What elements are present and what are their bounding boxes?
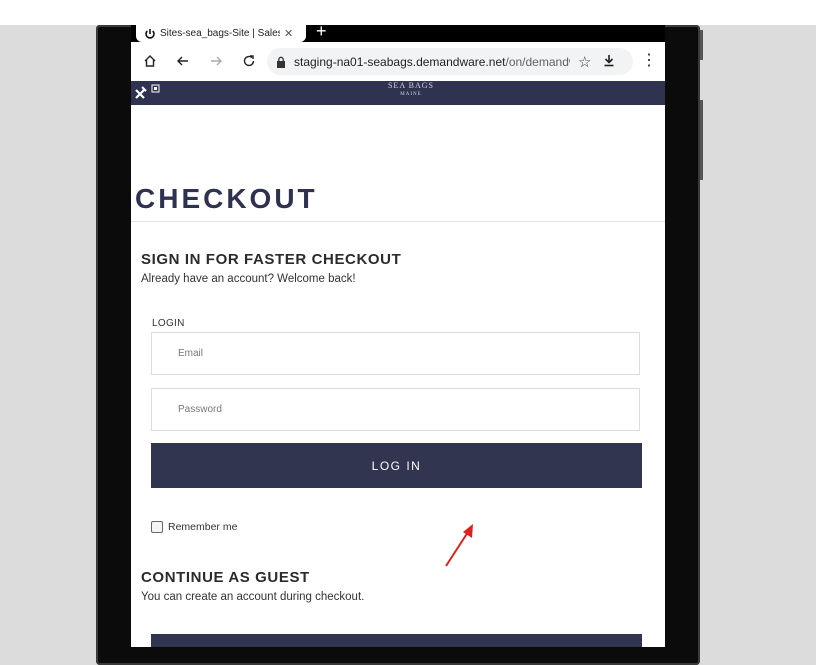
forward-arrow-icon[interactable] — [207, 52, 225, 70]
login-label: LOGIN — [152, 318, 185, 329]
desktop-top-bar — [0, 0, 816, 25]
new-tab-button[interactable]: + — [316, 25, 327, 40]
guest-heading: CONTINUE AS GUEST — [141, 569, 310, 586]
browser-tab[interactable]: Sites-sea_bags-Site | Salesf ✕ — [136, 25, 306, 42]
page-title: CHECKOUT — [135, 183, 318, 214]
address-bar[interactable]: staging-na01-seabags.demandware.net/on/d… — [267, 48, 633, 75]
guest-subtext: You can create an account during checkou… — [141, 591, 365, 603]
annotation-arrow-icon — [445, 524, 473, 567]
email-field[interactable] — [151, 332, 640, 375]
browser-toolbar: staging-na01-seabags.demandware.net/on/d… — [131, 42, 665, 81]
lock-icon — [277, 56, 285, 68]
url-text: staging-na01-seabags.demandware.net/on/d… — [294, 54, 570, 69]
download-icon[interactable] — [603, 54, 615, 70]
back-arrow-icon[interactable] — [174, 52, 192, 70]
site-header: SEA BAGS MAINE — [131, 81, 665, 105]
title-divider — [131, 221, 665, 222]
password-field[interactable] — [151, 388, 640, 431]
tab-title: Sites-sea_bags-Site | Salesf — [160, 28, 280, 39]
browser-tab-strip: Sites-sea_bags-Site | Salesf ✕ + — [131, 25, 665, 42]
star-icon[interactable]: ☆ — [578, 53, 591, 71]
signin-subtext: Already have an account? Welcome back! — [141, 273, 356, 285]
remember-me[interactable]: Remember me — [151, 521, 237, 533]
signin-heading: SIGN IN FOR FASTER CHECKOUT — [141, 251, 402, 268]
remember-me-checkbox[interactable] — [151, 521, 163, 533]
power-icon — [145, 28, 155, 39]
tools-icon[interactable] — [133, 83, 161, 101]
tab-close-icon[interactable]: ✕ — [284, 27, 293, 40]
guest-checkout-button[interactable] — [151, 634, 642, 647]
device-side-button — [700, 100, 703, 180]
brand-logo[interactable]: SEA BAGS MAINE — [381, 81, 441, 99]
home-icon[interactable] — [141, 52, 159, 70]
reload-icon[interactable] — [240, 52, 258, 70]
device-screen: Sites-sea_bags-Site | Salesf ✕ + staging… — [131, 25, 665, 647]
device-side-button — [700, 30, 703, 60]
menu-kebab-icon[interactable]: ⋮ — [641, 52, 657, 70]
login-button[interactable]: LOG IN — [151, 443, 642, 488]
remember-me-label: Remember me — [168, 521, 238, 533]
